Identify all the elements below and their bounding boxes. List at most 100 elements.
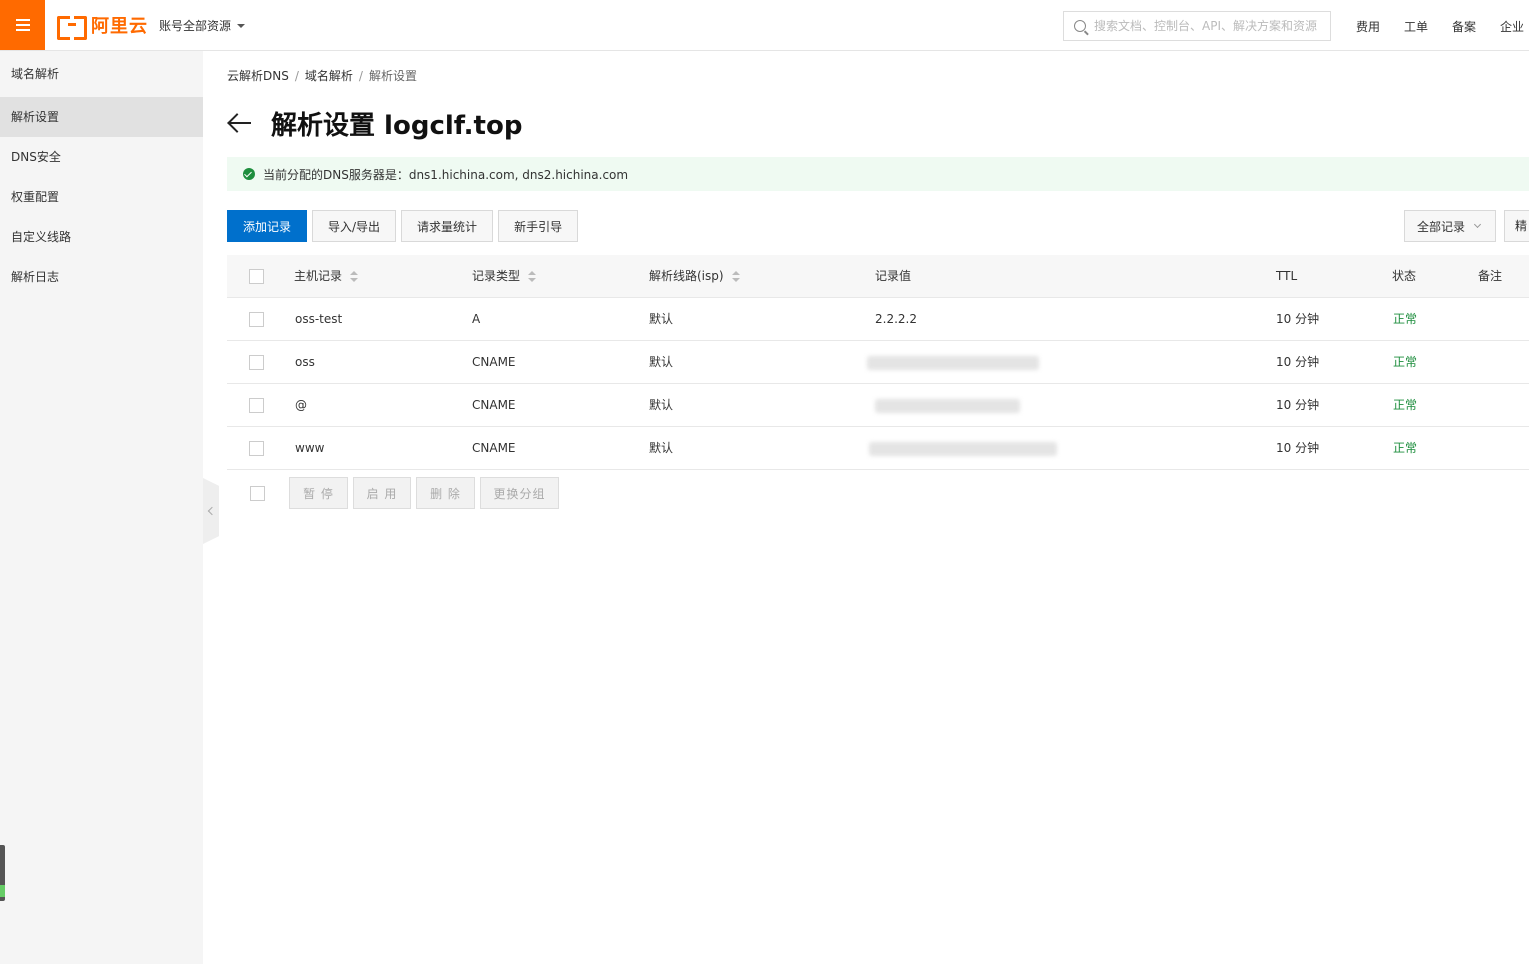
floating-widget[interactable] (0, 845, 5, 901)
hamburger-icon (15, 19, 30, 31)
column-header-type[interactable]: 记录类型 (472, 255, 537, 298)
sort-icon[interactable] (731, 270, 740, 283)
sidebar-collapse-handle[interactable] (203, 478, 219, 544)
cell-value-redacted (875, 384, 1020, 427)
table-header: 主机记录 记录类型 解析线路(isp) 记录值 TTL 状态 备注 (227, 255, 1529, 298)
table-row: @ CNAME 默认 10 分钟 正常 (227, 384, 1529, 427)
cell-status: 正常 (1393, 312, 1418, 326)
top-link-tickets[interactable]: 工单 (1404, 18, 1428, 35)
sidebar-item-domain-resolution[interactable]: 域名解析 (0, 51, 203, 97)
top-link-icp[interactable]: 备案 (1452, 18, 1476, 35)
sidebar: 域名解析 解析设置 DNS安全 权重配置 自定义线路 解析日志 (0, 51, 203, 964)
column-header-status: 状态 (1392, 269, 1417, 283)
cell-type: CNAME (472, 441, 516, 455)
account-scope-label: 账号全部资源 (159, 19, 232, 33)
search-input[interactable] (1094, 19, 1324, 33)
column-header-line[interactable]: 解析线路(isp) (649, 255, 740, 298)
change-group-button[interactable]: 更换分组 (480, 477, 559, 509)
breadcrumb-item-current: 解析设置 (368, 69, 417, 83)
guide-button[interactable]: 新手引导 (498, 210, 579, 242)
cell-ttl: 10 分钟 (1276, 312, 1320, 326)
cell-host: oss (295, 355, 315, 369)
title-row: 解析设置 logclf.top (227, 105, 522, 141)
top-links: 费用 工单 备案 企业 (1356, 18, 1524, 35)
cell-value-redacted (869, 427, 1057, 470)
bulk-select-checkbox[interactable] (250, 486, 265, 501)
cell-line: 默认 (649, 355, 674, 369)
row-checkbox[interactable] (249, 312, 264, 327)
sort-icon[interactable] (528, 270, 537, 283)
right-tools: 全部记录 精 (1404, 210, 1529, 242)
column-header-remark: 备注 (1478, 269, 1503, 283)
row-checkbox[interactable] (249, 398, 264, 413)
cell-type: CNAME (472, 355, 516, 369)
breadcrumb: 云解析DNS / 域名解析 / 解析设置 (227, 67, 417, 84)
search-icon (1074, 20, 1086, 32)
table-row: oss CNAME 默认 10 分钟 正常 (227, 341, 1529, 384)
table-row: www CNAME 默认 10 分钟 正常 (227, 427, 1529, 470)
dns-server-notice: 当前分配的DNS服务器是：dns1.hichina.com, dns2.hich… (227, 157, 1529, 191)
page-title: 解析设置 logclf.top (271, 110, 523, 141)
add-record-button[interactable]: 添加记录 (227, 210, 307, 242)
precise-search-button[interactable]: 精 (1504, 210, 1529, 242)
breadcrumb-item-dns[interactable]: 云解析DNS (227, 69, 289, 83)
cell-value: 2.2.2.2 (875, 312, 917, 326)
column-header-line-label: 解析线路(isp) (649, 269, 724, 283)
sidebar-item-custom-line[interactable]: 自定义线路 (0, 217, 203, 257)
sidebar-item-resolution-settings[interactable]: 解析设置 (0, 97, 203, 137)
aliyun-logo-icon (57, 16, 87, 40)
column-header-value: 记录值 (875, 269, 912, 283)
column-header-host[interactable]: 主机记录 (294, 255, 359, 298)
cell-status: 正常 (1393, 355, 1418, 369)
cell-ttl: 10 分钟 (1276, 441, 1320, 455)
cell-line: 默认 (649, 312, 674, 326)
cell-host: www (295, 441, 325, 455)
column-header-type-label: 记录类型 (472, 269, 521, 283)
records-table: 主机记录 记录类型 解析线路(isp) 记录值 TTL 状态 备注 oss-te… (227, 255, 1529, 470)
chevron-down-icon (1473, 220, 1482, 229)
top-bar: 阿里云 账号全部资源 费用 工单 备案 企业 (0, 0, 1529, 51)
cell-ttl: 10 分钟 (1276, 398, 1320, 412)
back-arrow-icon[interactable] (227, 110, 253, 136)
import-export-button[interactable]: 导入/导出 (312, 210, 397, 242)
top-link-fees[interactable]: 费用 (1356, 18, 1380, 35)
delete-button[interactable]: 删 除 (416, 477, 475, 509)
record-filter-select[interactable]: 全部记录 (1404, 210, 1496, 242)
bulk-buttons: 暂 停 启 用 删 除 更换分组 (289, 477, 559, 509)
column-header-host-label: 主机记录 (294, 269, 343, 283)
check-circle-icon (243, 168, 255, 180)
caret-down-icon (237, 23, 246, 28)
breadcrumb-separator: / (358, 69, 363, 83)
sidebar-item-dns-security[interactable]: DNS安全 (0, 137, 203, 177)
enable-button[interactable]: 启 用 (353, 477, 411, 509)
breadcrumb-item-domain[interactable]: 域名解析 (305, 69, 353, 83)
cell-line: 默认 (649, 441, 674, 455)
breadcrumb-separator: / (294, 69, 299, 83)
chevron-left-icon (207, 506, 217, 516)
pause-button[interactable]: 暂 停 (289, 477, 348, 509)
cell-value-redacted (867, 341, 1039, 384)
aliyun-logo[interactable]: 阿里云 (57, 13, 148, 40)
row-checkbox[interactable] (249, 441, 264, 456)
row-checkbox[interactable] (249, 355, 264, 370)
cell-status: 正常 (1393, 441, 1418, 455)
select-all-checkbox[interactable] (249, 269, 264, 284)
cell-type: A (472, 312, 481, 326)
sort-icon[interactable] (350, 270, 359, 283)
cell-ttl: 10 分钟 (1276, 355, 1320, 369)
sidebar-item-weight-config[interactable]: 权重配置 (0, 177, 203, 217)
search-box[interactable] (1063, 11, 1331, 41)
menu-button[interactable] (0, 0, 45, 50)
table-row: oss-test A 默认 2.2.2.2 10 分钟 正常 (227, 298, 1529, 341)
top-link-enterprise[interactable]: 企业 (1500, 18, 1524, 35)
sidebar-item-resolution-log[interactable]: 解析日志 (0, 257, 203, 297)
cell-status: 正常 (1393, 398, 1418, 412)
record-filter-label: 全部记录 (1417, 219, 1466, 234)
column-header-ttl: TTL (1276, 269, 1298, 283)
cell-host: @ (295, 398, 307, 412)
cell-host: oss-test (295, 312, 343, 326)
account-scope-dropdown[interactable]: 账号全部资源 (159, 17, 246, 34)
request-stats-button[interactable]: 请求量统计 (401, 210, 494, 242)
cell-type: CNAME (472, 398, 516, 412)
toolbar: 添加记录 导入/导出 请求量统计 新手引导 (227, 210, 579, 242)
